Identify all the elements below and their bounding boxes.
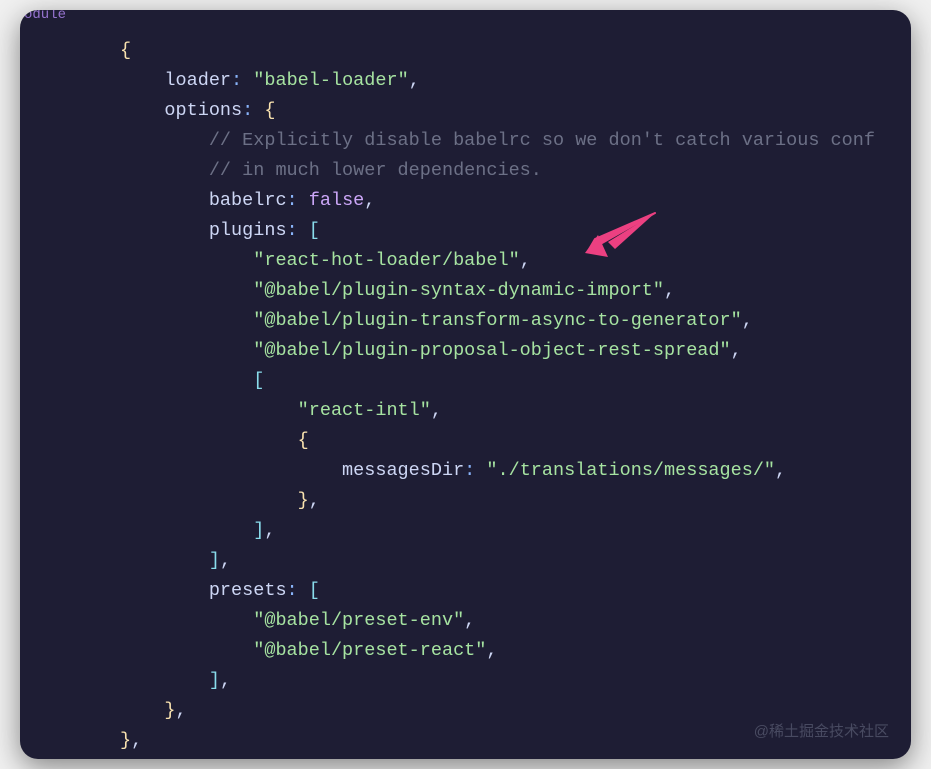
k-loader: loader (164, 70, 231, 91)
cutoff-text: odule (20, 10, 66, 23)
v-loader: "babel-loader" (253, 70, 408, 91)
v-msgdir: "./translations/messages/" (486, 460, 775, 481)
preset-2: "@babel/preset-react" (253, 640, 486, 661)
v-babelrc: false (309, 190, 365, 211)
k-options: options (164, 100, 242, 121)
comment-2: // in much lower dependencies. (209, 160, 542, 181)
k-babelrc: babelrc (209, 190, 287, 211)
k-msgdir: messagesDir (342, 460, 464, 481)
plugin-1: "react-hot-loader/babel" (253, 250, 519, 271)
watermark-text: @稀土掘金技术社区 (754, 720, 889, 741)
plugin-3: "@babel/plugin-transform-async-to-genera… (253, 310, 741, 331)
plugin-4: "@babel/plugin-proposal-object-rest-spre… (253, 340, 730, 361)
subplugin: "react-intl" (298, 400, 431, 421)
code-screenshot-frame: odule { loader: "babel-loader", options:… (20, 10, 911, 759)
k-plugins: plugins (209, 220, 287, 241)
k-presets: presets (209, 580, 287, 601)
plugin-2: "@babel/plugin-syntax-dynamic-import" (253, 280, 664, 301)
preset-1: "@babel/preset-env" (253, 610, 464, 631)
comment-1: // Explicitly disable babelrc so we don'… (209, 130, 875, 151)
code-block: { loader: "babel-loader", options: { // … (20, 36, 911, 759)
